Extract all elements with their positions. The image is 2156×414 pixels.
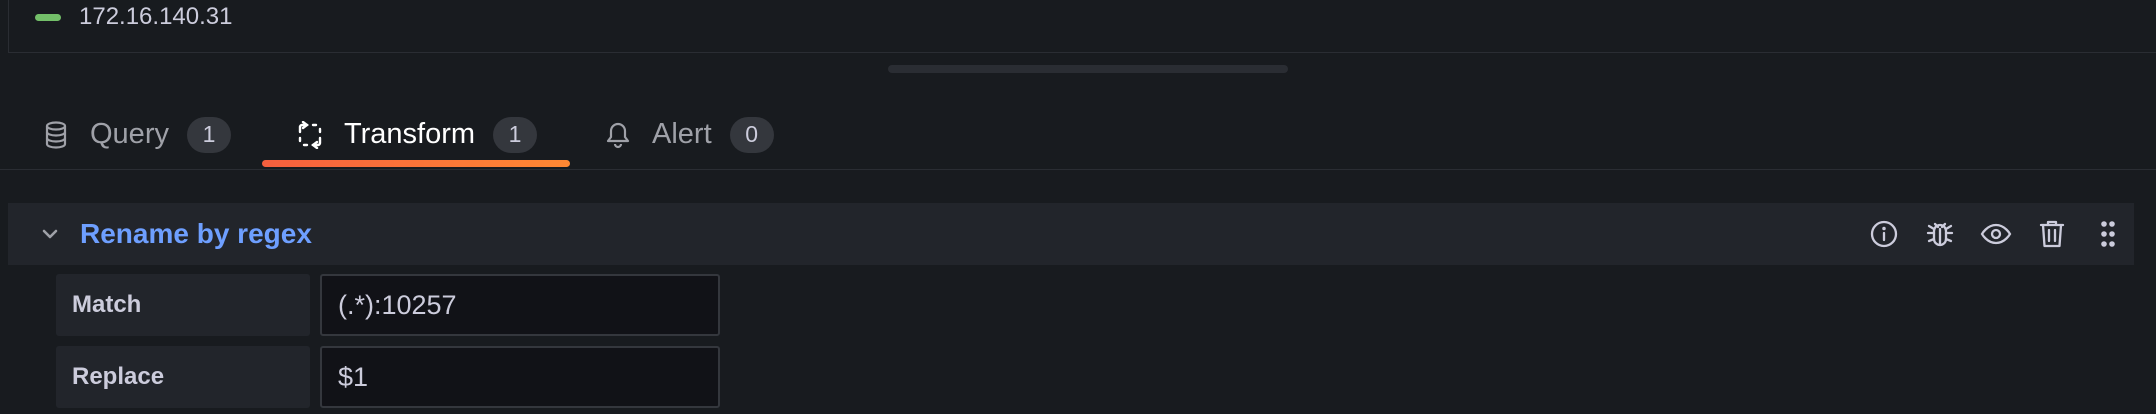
match-label: Match bbox=[56, 274, 310, 336]
tab-alert-count: 0 bbox=[729, 116, 774, 153]
tab-query[interactable]: Query 1 bbox=[42, 100, 231, 169]
replace-label: Replace bbox=[56, 346, 310, 408]
legend-label: 172.16.140.31 bbox=[79, 3, 233, 30]
replace-field-row: Replace bbox=[56, 346, 720, 408]
tab-query-count: 1 bbox=[186, 116, 231, 153]
debug-bug-icon[interactable] bbox=[1922, 216, 1958, 252]
bell-icon bbox=[604, 121, 632, 149]
transformation-title[interactable]: Rename by regex bbox=[80, 218, 312, 250]
tab-alert[interactable]: Alert 0 bbox=[604, 100, 774, 169]
active-tab-indicator bbox=[262, 160, 570, 167]
match-field-row: Match bbox=[56, 274, 720, 336]
transformation-actions bbox=[1846, 203, 2126, 265]
tab-alert-label: Alert bbox=[652, 118, 712, 150]
replace-input[interactable] bbox=[320, 346, 720, 408]
transform-icon bbox=[296, 120, 324, 149]
trash-icon[interactable] bbox=[2034, 216, 2070, 252]
chevron-down-icon[interactable] bbox=[30, 214, 70, 254]
panel-legend: 172.16.140.31 bbox=[8, 0, 2156, 53]
legend-color-swatch bbox=[35, 13, 61, 21]
legend-item[interactable]: 172.16.140.31 bbox=[35, 0, 232, 34]
panel-resize-handle[interactable] bbox=[888, 65, 1288, 73]
transformation-header[interactable]: Rename by regex bbox=[8, 203, 2134, 265]
info-icon[interactable] bbox=[1866, 216, 1902, 252]
database-icon bbox=[42, 120, 70, 149]
tab-transform-label: Transform bbox=[344, 118, 476, 150]
tab-transform-count: 1 bbox=[493, 116, 538, 153]
eye-icon[interactable] bbox=[1978, 216, 2014, 252]
drag-handle-icon[interactable] bbox=[2090, 216, 2126, 252]
tab-query-label: Query bbox=[90, 118, 169, 150]
match-input[interactable] bbox=[320, 274, 720, 336]
tab-transform[interactable]: Transform 1 bbox=[262, 100, 569, 169]
